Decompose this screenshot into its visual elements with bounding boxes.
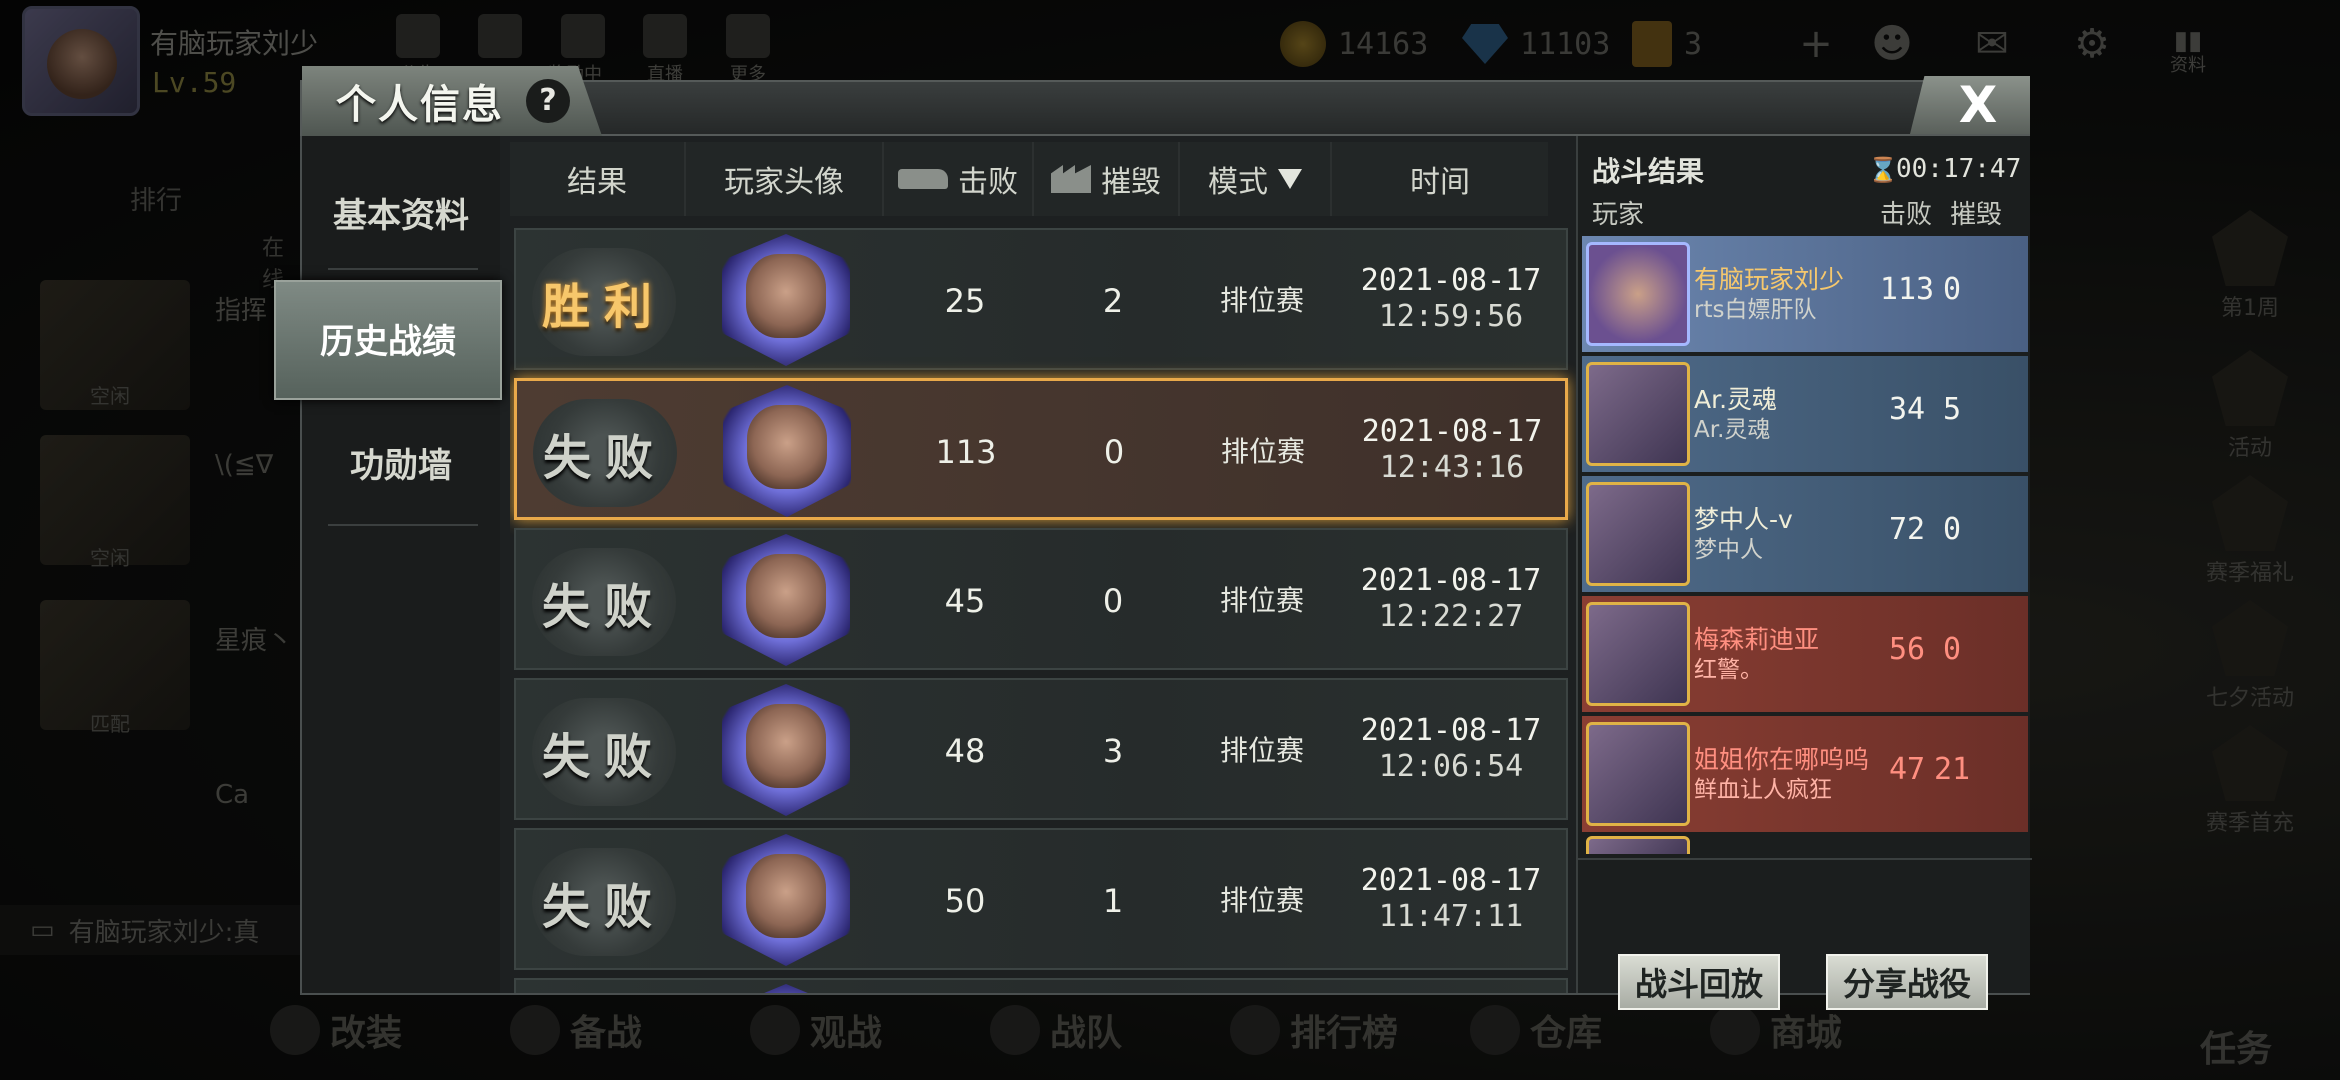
table-row[interactable]: 失败 50 1 排位赛 2021-08-17 11:47:11	[514, 828, 1568, 970]
menu-divider	[328, 268, 478, 270]
avatar	[722, 984, 850, 993]
tank-icon	[898, 169, 948, 189]
battle-player-row[interactable]: Ar.灵魂 Ar.灵魂 34 5	[1582, 356, 2028, 472]
title-tab: 个人信息 ?	[302, 66, 602, 136]
col-avatar: 玩家头像	[686, 142, 884, 216]
panel-divider	[1578, 858, 2032, 860]
mode-value: 排位赛	[1219, 884, 1304, 917]
help-button[interactable]: ?	[526, 79, 570, 123]
player-team: 鲜血让人疯狂	[1694, 777, 1832, 803]
destroys-value: 0	[1103, 433, 1125, 471]
battle-result-panel: 战斗结果 ⌛ 00:17:47 玩家 击败 摧毁 有脑玩家刘少 rts白嫖肝队 …	[1576, 136, 2032, 1010]
kills-value: 45	[944, 582, 986, 620]
avatar	[723, 385, 851, 517]
col-time: 时间	[1332, 142, 1548, 216]
player-destroys: 5	[1942, 392, 1962, 427]
hourglass-icon: ⌛	[1868, 156, 1898, 184]
time-value: 2021-08-17 11:47:11	[1360, 863, 1542, 934]
player-destroys: 0	[1942, 632, 1962, 667]
kills-value: 50	[944, 882, 986, 920]
battle-player-row[interactable]: 梦中人-v 梦中人 72 0	[1582, 476, 2028, 592]
time-value: 2021-08-17 12:22:27	[1360, 563, 1542, 634]
menu-divider	[328, 524, 478, 526]
personal-info-dialog: 个人信息 ? X 基本资料 历史战绩 功勋墙 结果 玩家头像 击败 摧毁 模式 …	[274, 66, 2032, 1010]
player-destroys: 0	[1942, 512, 1962, 547]
mode-value: 排位赛	[1220, 435, 1305, 468]
mode-value: 排位赛	[1219, 284, 1304, 317]
avatar	[1586, 242, 1690, 346]
destroys-value: 3	[1102, 732, 1124, 770]
battle-title: 战斗结果	[1592, 155, 1705, 188]
time-value: 2021-08-17 12:06:54	[1360, 713, 1542, 784]
avatar	[722, 534, 850, 666]
table-row[interactable]: 胜利 25 2 排位赛 2021-08-17 12:59:56	[514, 228, 1568, 370]
kills-value: 48	[944, 732, 986, 770]
col-player: 玩家	[1592, 200, 1645, 230]
destroys-value: 1	[1102, 882, 1124, 920]
dialog-title: 个人信息	[336, 82, 504, 128]
time-value: 2021-08-17 12:59:56	[1360, 263, 1542, 334]
player-destroys: 0	[1942, 272, 1962, 307]
destroys-value: 2	[1102, 282, 1124, 320]
col-kills-header: 击败	[1880, 200, 1933, 230]
col-result: 结果	[510, 142, 686, 216]
avatar	[1586, 482, 1690, 586]
menu-basic-info[interactable]: 基本资料	[302, 156, 500, 276]
col-destroy-header: 摧毁	[1950, 200, 2003, 230]
filter-triangle-icon	[1278, 169, 1302, 189]
col-kills: 击败	[884, 142, 1034, 216]
avatar	[1586, 362, 1690, 466]
player-team: 梦中人	[1694, 537, 1763, 563]
result-badge: 胜利	[532, 248, 676, 356]
avatar	[1586, 602, 1690, 706]
replay-button[interactable]: 战斗回放	[1618, 954, 1780, 1010]
close-button[interactable]: X	[1910, 76, 2030, 134]
table-row-partial[interactable]	[514, 978, 1568, 993]
avatar	[722, 834, 850, 966]
battle-player-row[interactable]: 姐姐你在哪呜呜 鲜血让人疯狂 47 21	[1582, 716, 2028, 832]
time-value: 2021-08-17 12:43:16	[1361, 414, 1543, 485]
avatar	[722, 234, 850, 366]
mode-value: 排位赛	[1219, 734, 1304, 767]
menu-history[interactable]: 历史战绩	[274, 280, 502, 400]
result-badge: 失败	[532, 548, 676, 656]
col-mode[interactable]: 模式	[1180, 142, 1332, 216]
player-team: 红警。	[1694, 657, 1763, 683]
avatar	[722, 684, 850, 816]
col-destroys: 摧毁	[1034, 142, 1180, 216]
result-badge: 失败	[532, 698, 676, 806]
table-row[interactable]: 失败 45 0 排位赛 2021-08-17 12:22:27	[514, 528, 1568, 670]
kills-value: 25	[944, 282, 986, 320]
result-badge: 失败	[533, 399, 677, 507]
player-team: rts白嫖肝队	[1694, 297, 1817, 323]
player-team: Ar.灵魂	[1694, 417, 1771, 443]
player-destroys: 21	[1933, 752, 1971, 787]
destroys-value: 0	[1102, 582, 1124, 620]
table-row[interactable]: 失败 48 3 排位赛 2021-08-17 12:06:54	[514, 678, 1568, 820]
battle-player-row[interactable]: 有脑玩家刘少 rts白嫖肝队 113 0	[1582, 236, 2028, 352]
table-row-selected[interactable]: 失败 113 0 排位赛 2021-08-17 12:43:16	[514, 378, 1568, 520]
menu-honor-wall[interactable]: 功勋墙	[302, 406, 500, 526]
side-menu: 基本资料 历史战绩 功勋墙	[274, 136, 502, 993]
mode-value: 排位赛	[1219, 584, 1304, 617]
kills-value: 113	[935, 433, 997, 471]
battle-timer: 00:17:47	[1896, 154, 2022, 184]
battle-player-row[interactable]: 梅森莉迪亚 红警。 56 0	[1582, 596, 2028, 712]
scroll-edge	[1582, 836, 2028, 854]
avatar	[1586, 722, 1690, 826]
share-battle-button[interactable]: 分享战役	[1826, 954, 1988, 1010]
result-badge: 失败	[532, 848, 676, 956]
factory-icon	[1051, 165, 1091, 193]
